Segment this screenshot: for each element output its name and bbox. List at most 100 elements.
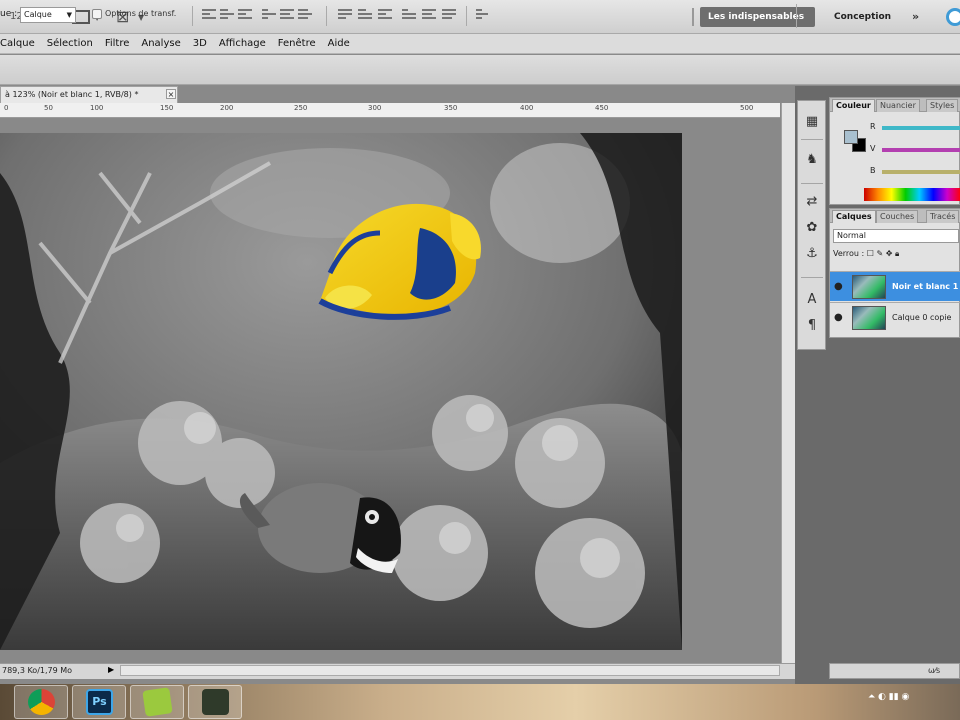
document-canvas[interactable] <box>0 133 682 650</box>
align-vcenter-icon[interactable] <box>220 9 234 21</box>
eye-icon[interactable]: ● <box>834 312 843 323</box>
chrome-icon <box>28 689 55 715</box>
menu-item-selection[interactable]: Sélection <box>41 34 99 54</box>
tab-couches[interactable]: Couches <box>876 210 919 223</box>
taskbar-notes-button[interactable] <box>130 685 184 719</box>
dock-divider <box>801 183 823 184</box>
auto-align-icon[interactable] <box>476 9 490 21</box>
auto-select-label: ue : <box>0 9 18 19</box>
ruler-tick: 250 <box>294 104 308 112</box>
taskbar-photoshop-button[interactable]: Ps <box>72 685 126 719</box>
taskbar-chrome-button[interactable] <box>14 685 68 719</box>
lock-pixels-icon[interactable]: ✎ <box>877 249 884 258</box>
distribute-bottom-icon[interactable] <box>378 9 392 21</box>
document-size-status: 789,3 Ko/1,79 Mo <box>2 666 73 675</box>
system-tray-icons[interactable]: ⏶ ◐ ▮▮ ◉ <box>868 692 909 702</box>
horizontal-scrollbar[interactable] <box>120 665 780 676</box>
red-label: R <box>870 122 876 131</box>
lock-transparency-icon[interactable]: ☐ <box>867 249 874 258</box>
ruler-tick: 150 <box>160 104 174 112</box>
layers-panel-footer: ω⁄s <box>829 663 960 679</box>
menu-item-calque[interactable]: Calque <box>0 34 41 54</box>
menu-item-fenetre[interactable]: Fenêtre <box>272 34 322 54</box>
blue-slider[interactable] <box>882 170 960 174</box>
menu-item-3d[interactable]: 3D <box>187 34 213 54</box>
ruler-tick: 450 <box>595 104 609 112</box>
options-bar <box>0 55 960 85</box>
character-icon[interactable]: A <box>804 293 820 307</box>
ruler-tick: 200 <box>220 104 234 112</box>
align-right-icon[interactable] <box>298 9 312 21</box>
distribute-hcenter-icon[interactable] <box>422 9 436 21</box>
tab-calques[interactable]: Calques <box>832 210 876 223</box>
tab-couleur[interactable]: Couleur <box>832 99 875 112</box>
menu-item-aide[interactable]: Aide <box>322 34 356 54</box>
workspace-more-button[interactable]: » <box>904 7 927 27</box>
menu-bar: Calque Sélection Filtre Analyse 3D Affichage F… <box>0 34 960 54</box>
actions-icon[interactable]: ♞ <box>804 153 820 167</box>
layer-row[interactable]: ● Calque 0 copie <box>830 302 960 332</box>
green-slider[interactable] <box>882 148 960 152</box>
color-spectrum-bar[interactable] <box>864 188 960 201</box>
options-divider <box>466 6 467 26</box>
align-hcenter-icon[interactable] <box>280 9 294 21</box>
tab-traces[interactable]: Tracés <box>926 210 960 223</box>
tab-nuancier[interactable]: Nuancier <box>876 99 920 112</box>
media-icon <box>202 689 229 715</box>
dock-divider <box>801 277 823 278</box>
tab-styles[interactable]: Styles <box>926 99 959 112</box>
taskbar-media-button[interactable] <box>188 685 242 719</box>
distribute-right-icon[interactable] <box>442 9 456 21</box>
layers-panel-tabs: Calques Couches Tracés <box>830 209 960 223</box>
color-panel: Couleur Nuancier Styles R V B <box>829 97 960 205</box>
ruler-tick: 300 <box>368 104 382 112</box>
transform-controls-checkbox[interactable] <box>92 9 102 19</box>
horizontal-ruler: 0 50 100 150 200 250 300 350 400 450 500 <box>0 103 780 118</box>
layer-thumbnail <box>852 275 886 299</box>
align-bottom-icon[interactable] <box>238 9 252 21</box>
blend-mode-select[interactable]: Normal <box>833 229 959 243</box>
color-panel-tabs: Couleur Nuancier Styles <box>830 98 960 112</box>
auto-select-dropdown[interactable]: Calque ▼ <box>20 7 76 23</box>
align-top-icon[interactable] <box>202 9 216 21</box>
vertical-scrollbar[interactable] <box>781 103 795 663</box>
align-left-icon[interactable] <box>262 9 276 21</box>
layer-row[interactable]: ● Noir et blanc 1 <box>830 271 960 301</box>
close-icon[interactable]: × <box>166 89 176 99</box>
ruler-tick: 400 <box>520 104 534 112</box>
ruler-tick: 100 <box>90 104 104 112</box>
menu-list: Calque Sélection Filtre Analyse 3D Affichage F… <box>0 34 356 54</box>
paragraph-icon[interactable]: ¶ <box>804 319 820 333</box>
dock-divider <box>801 139 823 140</box>
aquarium-image <box>0 133 682 650</box>
distribute-vcenter-icon[interactable] <box>358 9 372 21</box>
red-slider[interactable] <box>882 126 960 130</box>
status-menu-arrow-icon[interactable]: ▶ <box>108 665 114 674</box>
cs-live-icon[interactable] <box>946 8 960 26</box>
adjustments-icon[interactable]: ⇄ <box>804 195 820 209</box>
eye-icon[interactable]: ● <box>834 281 843 292</box>
distribute-left-icon[interactable] <box>402 9 416 21</box>
green-label: V <box>870 144 876 153</box>
foreground-color-swatch[interactable] <box>844 130 858 144</box>
layer-thumbnail <box>852 306 886 330</box>
menu-item-analyse[interactable]: Analyse <box>135 34 186 54</box>
distribute-top-icon[interactable] <box>338 9 352 21</box>
brush-icon[interactable]: ✿ <box>804 221 820 235</box>
os-taskbar: Ps ⏶ ◐ ▮▮ ◉ <box>0 684 960 720</box>
menu-item-affichage[interactable]: Affichage <box>213 34 272 54</box>
lock-all-icon[interactable]: 🔒︎ <box>895 249 899 258</box>
ruler-tick: 50 <box>44 104 53 112</box>
history-icon[interactable]: ▦ <box>804 115 820 129</box>
clone-source-icon[interactable]: ⚓ <box>804 247 820 261</box>
options-divider <box>192 6 193 26</box>
lock-position-icon[interactable]: ✥ <box>886 249 893 258</box>
workspace-design-button[interactable]: Conception <box>826 7 899 27</box>
workspace-essentials-button[interactable]: Les indispensables <box>700 7 815 27</box>
notes-icon <box>142 687 173 717</box>
appbar-divider <box>692 8 694 26</box>
menu-item-filtre[interactable]: Filtre <box>99 34 136 54</box>
blue-label: B <box>870 166 876 175</box>
document-tab[interactable]: à 123% (Noir et blanc 1, RVB/8) * <box>0 86 178 103</box>
layer-name: Calque 0 copie <box>892 313 952 322</box>
